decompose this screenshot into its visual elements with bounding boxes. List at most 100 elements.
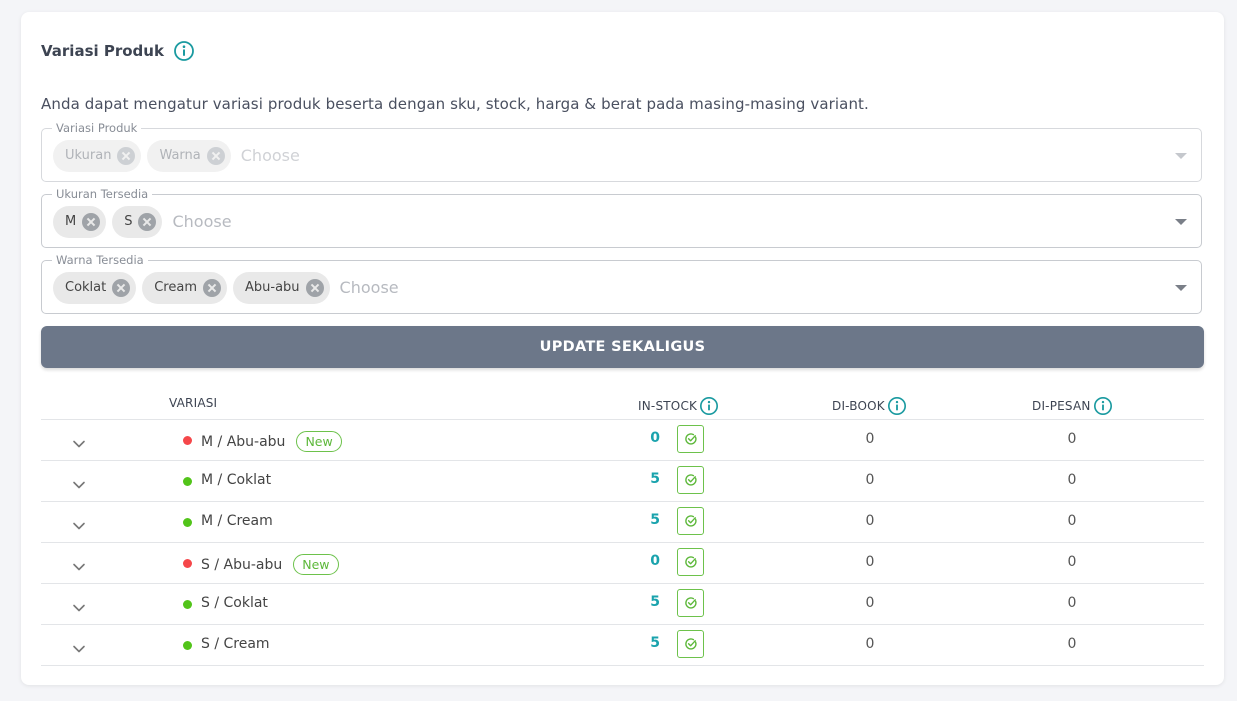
table-row: S / Coklat 5 0 0 [41, 584, 1204, 625]
chip-label: Ukuran [65, 148, 112, 163]
stock-status-dot [183, 559, 192, 568]
variant-table: VARIASI IN-STOCK DI-BOOK DI-PESAN M / Ab… [41, 392, 1204, 666]
header-label: VARIASI [169, 396, 218, 410]
close-circle-icon[interactable] [203, 278, 221, 297]
di-book-value: 0 [865, 431, 875, 447]
table-row: S / Abu-abu New 0 0 0 [41, 543, 1204, 584]
chevron-down-icon[interactable] [72, 475, 86, 494]
chip-m: M [53, 205, 107, 238]
di-pesan-value: 0 [1067, 595, 1077, 611]
variasi-produk-select[interactable]: Variasi Produk Ukuran Warna Choose [41, 121, 1202, 182]
variant-name: M / Cream [201, 513, 273, 529]
close-circle-icon[interactable] [305, 278, 324, 297]
variant-cell: M / Cream [201, 513, 273, 529]
check-circle-icon [684, 433, 697, 445]
variant-cell: S / Abu-abu New [201, 554, 339, 575]
choose-placeholder[interactable]: Choose [340, 278, 399, 297]
di-pesan-value: 0 [1067, 636, 1077, 652]
caret-down-icon[interactable] [1175, 153, 1187, 159]
chip-label: Abu-abu [245, 280, 300, 295]
header-label: DI-BOOK [832, 399, 885, 413]
section-description: Anda dapat mengatur variasi produk beser… [41, 95, 869, 113]
chevron-down-icon[interactable] [72, 557, 86, 576]
in-stock-value: 0 [650, 430, 660, 446]
di-pesan-value: 0 [1067, 513, 1077, 529]
di-book-value: 0 [865, 636, 875, 652]
close-circle-icon[interactable] [138, 212, 157, 231]
ukuran-tersedia-select[interactable]: Ukuran Tersedia M S Choose [41, 187, 1202, 248]
caret-down-icon[interactable] [1175, 285, 1187, 291]
in-stock-value: 5 [650, 635, 660, 651]
header-variasi: VARIASI [169, 396, 217, 410]
table-header: VARIASI IN-STOCK DI-BOOK DI-PESAN [41, 392, 1204, 420]
table-row: S / Cream 5 0 0 [41, 625, 1204, 666]
header-in-stock: IN-STOCK [638, 396, 719, 416]
update-sekaligus-button[interactable]: UPDATE SEKALIGUS [41, 326, 1204, 368]
chip-coklat: Coklat [53, 271, 137, 304]
variant-cell: M / Coklat [201, 472, 271, 488]
variant-cell: S / Cream [201, 636, 270, 652]
table-row: M / Cream 5 0 0 [41, 502, 1204, 543]
chip-label: Warna [159, 148, 201, 163]
edit-stock-button[interactable] [677, 507, 704, 535]
edit-stock-button[interactable] [677, 548, 704, 576]
info-icon[interactable] [699, 396, 719, 416]
di-book-value: 0 [865, 554, 875, 570]
close-circle-icon[interactable] [82, 212, 101, 231]
close-circle-icon[interactable] [112, 278, 131, 297]
choose-placeholder[interactable]: Choose [172, 212, 231, 231]
chevron-down-icon[interactable] [72, 516, 86, 535]
variant-name: S / Abu-abu [201, 556, 283, 573]
field-label: Variasi Produk [52, 121, 142, 135]
variant-name: M / Coklat [201, 472, 272, 488]
chevron-down-icon[interactable] [72, 639, 86, 658]
chip-label: Cream [154, 280, 197, 295]
chip-cream: Cream [142, 271, 227, 304]
check-circle-icon [684, 556, 697, 568]
stock-status-dot [183, 641, 192, 650]
field-label: Warna Tersedia [52, 253, 148, 267]
close-circle-icon[interactable] [117, 146, 136, 165]
variant-cell: M / Abu-abu New [201, 431, 342, 452]
edit-stock-button[interactable] [677, 630, 704, 658]
chip-label: S [124, 214, 133, 229]
section-title: Variasi Produk [41, 42, 164, 60]
in-stock-value: 0 [650, 553, 660, 569]
header-label: IN-STOCK [638, 399, 698, 413]
chevron-down-icon[interactable] [72, 434, 86, 453]
edit-stock-button[interactable] [677, 466, 704, 494]
stock-status-dot [183, 600, 192, 609]
header-di-book: DI-BOOK [832, 396, 907, 416]
di-pesan-value: 0 [1067, 431, 1077, 447]
chip-ukuran: Ukuran [53, 139, 142, 172]
in-stock-value: 5 [650, 512, 660, 528]
info-icon[interactable] [173, 40, 195, 62]
table-row: M / Abu-abu New 0 0 0 [41, 420, 1204, 461]
stock-status-dot [183, 436, 192, 445]
chip-label: M [65, 214, 77, 229]
choose-placeholder[interactable]: Choose [241, 146, 300, 165]
edit-stock-button[interactable] [677, 589, 704, 617]
di-book-value: 0 [865, 513, 875, 529]
edit-stock-button[interactable] [677, 425, 704, 453]
chip-label: Coklat [65, 280, 107, 295]
check-circle-icon [684, 597, 697, 609]
variant-cell: S / Coklat [201, 595, 268, 611]
di-pesan-value: 0 [1067, 472, 1077, 488]
info-icon[interactable] [1093, 396, 1113, 416]
header-di-pesan: DI-PESAN [1032, 396, 1113, 416]
chevron-down-icon[interactable] [72, 598, 86, 617]
check-circle-icon [684, 515, 697, 527]
caret-down-icon[interactable] [1175, 219, 1187, 225]
warna-tersedia-select[interactable]: Warna Tersedia Coklat Cream Abu-abu Choo… [41, 253, 1202, 314]
di-book-value: 0 [865, 595, 875, 611]
stock-status-dot [183, 477, 192, 486]
variant-name: S / Cream [201, 636, 270, 652]
chip-s: S [112, 205, 163, 238]
variant-name: M / Abu-abu [201, 433, 286, 450]
info-icon[interactable] [887, 396, 907, 416]
check-circle-icon [684, 638, 697, 650]
close-circle-icon[interactable] [206, 146, 225, 165]
stock-status-dot [183, 518, 192, 527]
variant-name: S / Coklat [201, 595, 268, 611]
